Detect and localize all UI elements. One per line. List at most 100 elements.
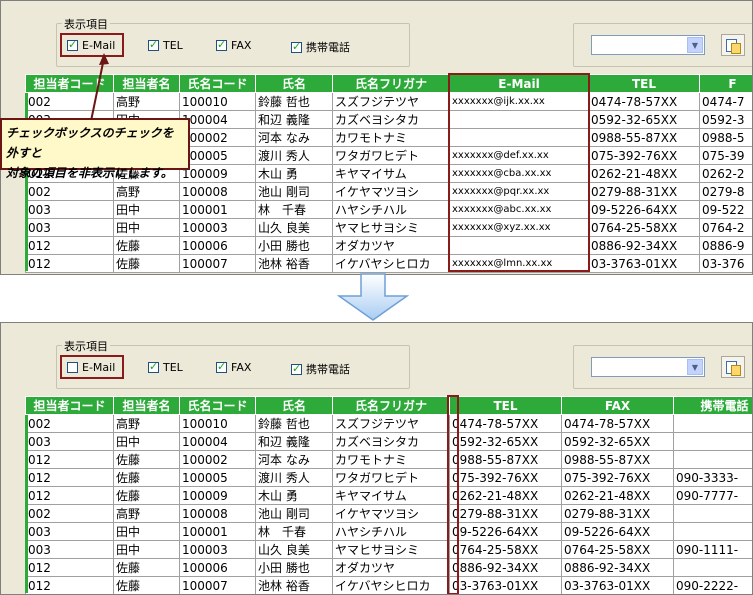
cell[interactable]: 003 <box>25 522 114 541</box>
cell[interactable]: xxxxxxx@cba.xx.xx <box>449 164 589 183</box>
cell[interactable]: 佐藤 <box>113 450 180 469</box>
checkbox-box[interactable] <box>291 362 302 375</box>
cell[interactable]: 小田 勝也 <box>255 236 333 255</box>
checkbox-box[interactable] <box>67 38 78 51</box>
cell[interactable]: 田中 <box>113 432 180 451</box>
table-row[interactable]: 003 田中 100001 林 千春 ハヤシチハル xxxxxxx@abc.xx.xx 09… <box>25 200 752 219</box>
cell[interactable]: 0988-55-87XX <box>588 128 700 147</box>
cell[interactable]: 100001 <box>179 522 256 541</box>
copy-icon[interactable] <box>721 34 745 56</box>
table-row[interactable]: 002 高野 100008 池山 剛司 イケヤマツヨシ xxxxxxx@pqr.xx.xx… <box>25 182 752 201</box>
cell[interactable]: 木山 勇 <box>255 164 333 183</box>
cell[interactable]: イケヤマツヨシ <box>332 504 450 523</box>
cell[interactable]: 河本 なみ <box>255 128 333 147</box>
cell[interactable]: 田中 <box>113 200 180 219</box>
cell[interactable]: 0764-2 <box>699 218 752 237</box>
cell[interactable]: カワモトナミ <box>332 128 450 147</box>
checkbox-email[interactable]: E-Mail <box>67 38 115 52</box>
cell[interactable]: ハヤシチハル <box>332 200 450 219</box>
cell[interactable]: 0279-88-31XX <box>561 504 674 523</box>
cell[interactable]: 高野 <box>113 504 180 523</box>
table-row[interactable]: 003 田中 100003 山久 良美 ヤマヒサヨシミ xxxxxxx@xyz.xx.xx… <box>25 218 752 237</box>
cell[interactable]: xxxxxxx@xyz.xx.xx <box>449 218 589 237</box>
column-header[interactable]: 担当者名 <box>113 396 180 415</box>
cell[interactable]: 100003 <box>179 540 256 559</box>
table-row[interactable]: 003 田中 100003 山久 良美 ヤマヒサヨシミ 0764-25-58XX 0764-… <box>25 540 752 559</box>
cell[interactable]: オダカツヤ <box>332 558 450 577</box>
filter-dropdown[interactable]: ▼ <box>591 35 705 55</box>
cell[interactable]: キヤマイサム <box>332 164 450 183</box>
cell[interactable]: 090-1111- <box>673 540 752 559</box>
cell[interactable]: 林 千春 <box>255 200 333 219</box>
column-header[interactable]: 氏名 <box>255 74 333 93</box>
cell[interactable]: 075-392-76XX <box>561 468 674 487</box>
cell[interactable] <box>673 414 752 433</box>
filter-dropdown[interactable]: ▼ <box>591 357 705 377</box>
cell[interactable]: 100001 <box>179 200 256 219</box>
cell[interactable] <box>449 128 589 147</box>
cell[interactable]: 0279-88-31XX <box>449 504 562 523</box>
cell[interactable]: 0592-32-65XX <box>449 432 562 451</box>
cell[interactable] <box>673 558 752 577</box>
cell[interactable]: 鈴藤 哲也 <box>255 92 333 111</box>
checkbox-tel[interactable]: TEL <box>148 38 183 52</box>
checkbox-email[interactable]: E-Mail <box>67 361 115 374</box>
cell[interactable]: 100002 <box>179 128 256 147</box>
cell[interactable]: 012 <box>25 236 114 255</box>
cell[interactable]: 小田 勝也 <box>255 558 333 577</box>
cell[interactable]: 0764-25-58XX <box>449 540 562 559</box>
column-header[interactable]: FAX <box>561 396 674 415</box>
cell[interactable]: 100004 <box>179 110 256 129</box>
checkbox-box[interactable] <box>216 38 227 51</box>
column-header[interactable]: 担当者名 <box>113 74 180 93</box>
cell[interactable]: 03-3763-01XX <box>449 576 562 594</box>
cell[interactable]: 0886-92-34XX <box>449 558 562 577</box>
cell[interactable]: 012 <box>25 558 114 577</box>
cell[interactable]: 木山 勇 <box>255 486 333 505</box>
cell[interactable]: 高野 <box>113 92 180 111</box>
cell[interactable]: カワモトナミ <box>332 450 450 469</box>
cell[interactable]: 100008 <box>179 182 256 201</box>
cell[interactable]: 0764-25-58XX <box>561 540 674 559</box>
table-row[interactable]: 002 高野 100010 鈴藤 哲也 スズフジテツヤ xxxxxxx@ijk.xx.xx… <box>25 92 752 111</box>
cell[interactable]: ハヤシチハル <box>332 522 450 541</box>
cell[interactable]: 渡川 秀人 <box>255 146 333 165</box>
cell[interactable]: 100007 <box>179 576 256 594</box>
cell[interactable]: 075-392-76XX <box>588 146 700 165</box>
table-row[interactable]: 003 田中 100001 林 千春 ハヤシチハル 09-5226-64XX 09-5226… <box>25 522 752 541</box>
cell[interactable]: 0988-55-87XX <box>449 450 562 469</box>
table-row[interactable]: 012 佐藤 100009 木山 勇キヤマイサム 0262-21-48XX 0262-21… <box>25 486 752 505</box>
cell[interactable]: 田中 <box>113 540 180 559</box>
cell[interactable]: 0592-3 <box>699 110 752 129</box>
cell[interactable]: 09-5226-64XX <box>449 522 562 541</box>
cell[interactable]: 03-376 <box>699 254 752 273</box>
chevron-down-icon[interactable]: ▼ <box>687 359 703 375</box>
table-row[interactable]: 002 高野 100008 池山 剛司 イケヤマツヨシ 0279-88-31XX 0279-… <box>25 504 752 523</box>
cell[interactable]: 0886-92-34XX <box>561 558 674 577</box>
cell[interactable] <box>673 504 752 523</box>
cell[interactable]: イケバヤシヒロカ <box>332 576 450 594</box>
cell[interactable]: 09-522 <box>699 200 752 219</box>
cell[interactable]: 100005 <box>179 468 256 487</box>
cell[interactable]: 0886-9 <box>699 236 752 255</box>
checkbox-box[interactable] <box>67 362 78 373</box>
cell[interactable]: 佐藤 <box>113 486 180 505</box>
cell[interactable]: ワタガワヒデト <box>332 468 450 487</box>
cell[interactable]: 090-3333- <box>673 468 752 487</box>
cell[interactable]: 003 <box>25 200 114 219</box>
cell[interactable]: 渡川 秀人 <box>255 468 333 487</box>
cell[interactable]: ヤマヒサヨシミ <box>332 540 450 559</box>
cell[interactable]: 09-5226-64XX <box>588 200 700 219</box>
cell[interactable]: 075-39 <box>699 146 752 165</box>
column-header[interactable]: 氏名コード <box>179 74 256 93</box>
cell[interactable]: 田中 <box>113 522 180 541</box>
cell[interactable]: 佐藤 <box>113 576 180 594</box>
cell[interactable]: 佐藤 <box>113 558 180 577</box>
cell[interactable]: 100009 <box>179 164 256 183</box>
cell[interactable]: 0474-78-57XX <box>561 414 674 433</box>
cell[interactable]: 100008 <box>179 504 256 523</box>
column-header[interactable]: 氏名 <box>255 396 333 415</box>
cell[interactable]: 池山 剛司 <box>255 504 333 523</box>
cell[interactable]: 和辺 義隆 <box>255 432 333 451</box>
cell[interactable]: 003 <box>25 218 114 237</box>
